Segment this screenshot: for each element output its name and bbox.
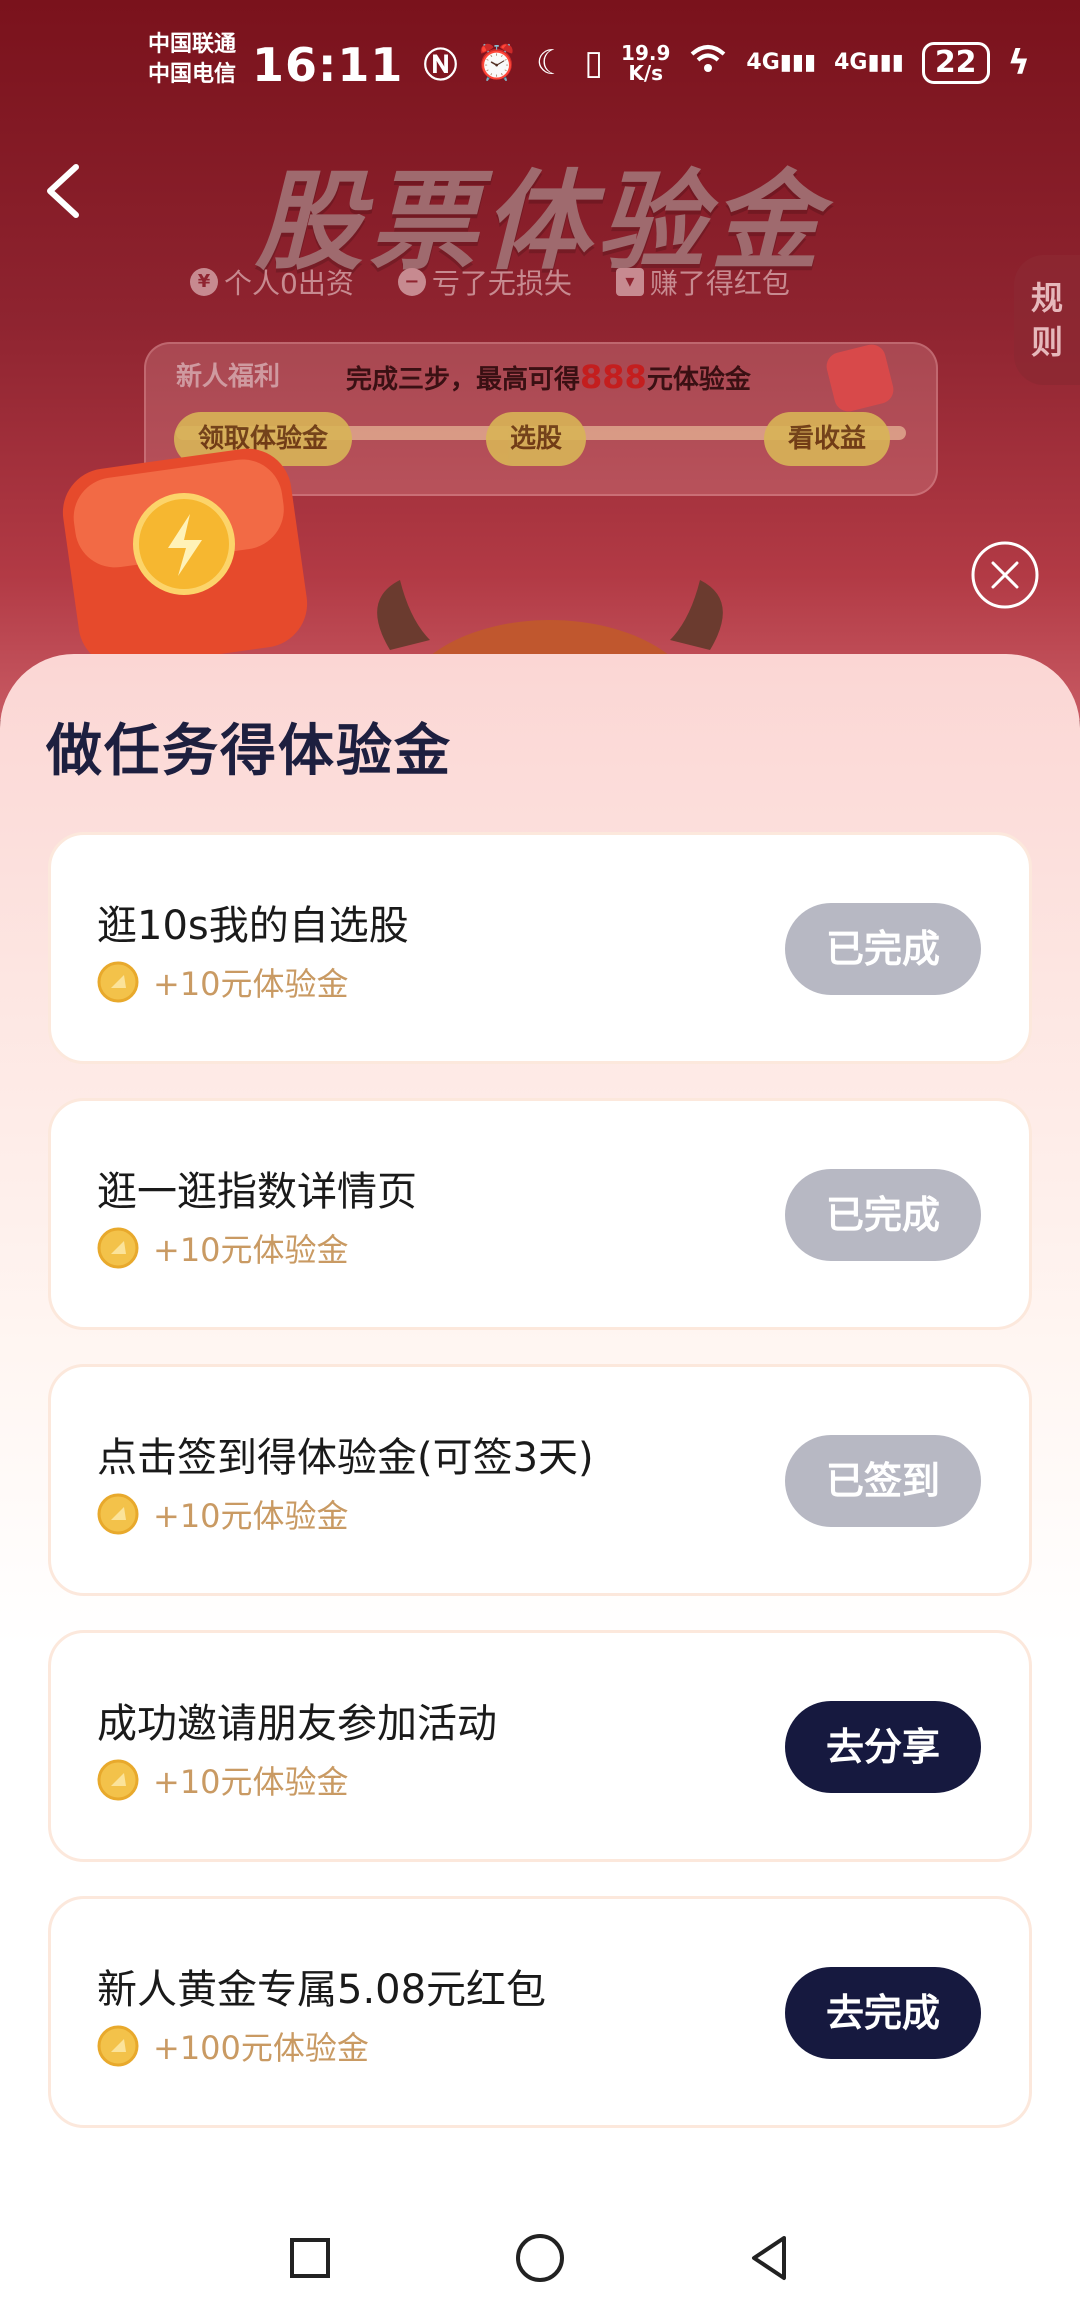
carrier-2: 中国电信 xyxy=(148,62,237,87)
tag-label: 个人0出资 xyxy=(224,267,354,300)
task-card: 点击签到得体验金(可签3天) +10元体验金 已签到 xyxy=(48,1364,1032,1596)
tag-no-investment: ¥ 个人0出资 xyxy=(190,262,354,302)
status-bar: 中国联通 中国电信 16:11 Ⓝ ⏰ ☾ ▯ 19.9 K/s 4G▮▮▮ 4… xyxy=(0,0,1080,120)
task-card: 逛一逛指数详情页 +10元体验金 已完成 xyxy=(48,1098,1032,1330)
complete-button[interactable]: 去完成 xyxy=(785,1967,981,2059)
nav-circle-icon[interactable] xyxy=(510,2228,570,2288)
task-title: 新人黄金专属5.08元红包 xyxy=(97,1967,547,2013)
task-button-signed[interactable]: 已签到 xyxy=(785,1435,981,1527)
task-title: 逛一逛指数详情页 xyxy=(97,1169,417,1215)
task-reward: +10元体验金 xyxy=(97,959,349,1005)
task-reward: +10元体验金 xyxy=(97,1491,349,1537)
nav-back-icon[interactable] xyxy=(740,2228,800,2288)
carrier-names: 中国联通 中国电信 xyxy=(148,30,236,90)
reward-text: +10元体验金 xyxy=(153,1497,349,1535)
task-reward: +100元体验金 xyxy=(97,2023,369,2069)
sheet-title: 做任务得体验金 xyxy=(46,719,452,784)
battery-icon: 22 xyxy=(921,41,990,84)
reward-text: +100元体验金 xyxy=(153,2029,369,2067)
close-icon[interactable] xyxy=(970,540,1040,610)
coin-icon xyxy=(97,1227,139,1269)
rules-label-2: 则 xyxy=(1030,323,1063,361)
minus-icon: − xyxy=(397,268,426,296)
rules-button[interactable]: 规 则 xyxy=(1014,255,1080,385)
signal-icon-2: 4G▮▮▮ xyxy=(834,50,904,75)
coin-icon xyxy=(97,1759,139,1801)
reward-text: +10元体验金 xyxy=(153,1231,349,1269)
carrier-1: 中国联通 xyxy=(148,32,237,57)
coin-icon xyxy=(97,1493,139,1535)
charging-icon: ϟ xyxy=(1007,42,1030,83)
signal-icon-1: 4G▮▮▮ xyxy=(746,50,817,75)
tag-earn-redpacket: ▾ 赚了得红包 xyxy=(615,262,790,302)
signal-label-2: 4G xyxy=(834,50,868,75)
yen-icon: ¥ xyxy=(190,268,218,296)
task-button-completed[interactable]: 已完成 xyxy=(785,903,981,995)
vibrate-icon: ▯ xyxy=(584,42,604,83)
welfare-label: 新人福利 xyxy=(176,362,281,392)
task-reward: +10元体验金 xyxy=(97,1757,349,1803)
task-title: 成功邀请朋友参加活动 xyxy=(97,1701,497,1747)
net-speed-value: 19.9 xyxy=(621,40,671,65)
rules-label-1: 规 xyxy=(1030,279,1063,317)
coin-icon xyxy=(97,2025,139,2067)
welfare-desc-prefix: 完成三步，最高可得 xyxy=(346,365,581,395)
system-nav-bar xyxy=(0,2200,1080,2310)
tag-label: 赚了得红包 xyxy=(649,267,790,300)
welfare-step-2: 选股 xyxy=(486,412,587,466)
welfare-amount: 888 xyxy=(580,358,647,396)
moon-icon: ☾ xyxy=(535,42,567,83)
task-title: 逛10s我的自选股 xyxy=(97,903,409,949)
welfare-step-3: 看收益 xyxy=(764,412,891,466)
task-button-completed[interactable]: 已完成 xyxy=(785,1169,981,1261)
status-time: 16:11 xyxy=(252,38,404,92)
task-title: 点击签到得体验金(可签3天) xyxy=(97,1435,594,1481)
task-card: 成功邀请朋友参加活动 +10元体验金 去分享 xyxy=(48,1630,1032,1862)
net-speed: 19.9 K/s xyxy=(621,43,670,83)
status-icons: Ⓝ ⏰ ☾ ▯ 19.9 K/s 4G▮▮▮ 4G▮▮▮ 22 ϟ xyxy=(423,38,1030,87)
tag-label: 亏了无损失 xyxy=(431,267,572,300)
nfc-icon: Ⓝ xyxy=(423,46,458,86)
reward-text: +10元体验金 xyxy=(153,1763,349,1801)
signal-label-1: 4G xyxy=(746,50,780,75)
task-card: 新人黄金专属5.08元红包 +100元体验金 去完成 xyxy=(48,1896,1032,2128)
task-card: 逛10s我的自选股 +10元体验金 已完成 xyxy=(48,832,1032,1064)
welfare-desc-suffix: 元体验金 xyxy=(646,365,751,395)
nav-square-icon[interactable] xyxy=(280,2228,340,2288)
share-button[interactable]: 去分享 xyxy=(785,1701,981,1793)
wifi-icon xyxy=(688,42,728,83)
welfare-desc: 完成三步，最高可得888元体验金 xyxy=(346,358,751,396)
reward-text: +10元体验金 xyxy=(153,965,349,1003)
hero-tags: ¥ 个人0出资 − 亏了无损失 ▾ 赚了得红包 xyxy=(190,262,910,302)
coin-icon xyxy=(97,961,139,1003)
tag-no-loss: − 亏了无损失 xyxy=(397,262,572,302)
task-reward: +10元体验金 xyxy=(97,1225,349,1271)
alarm-icon: ⏰ xyxy=(475,42,518,83)
net-speed-unit: K/s xyxy=(628,60,664,85)
redpacket-icon: ▾ xyxy=(615,268,644,296)
redpacket-illustration-icon xyxy=(60,448,340,668)
